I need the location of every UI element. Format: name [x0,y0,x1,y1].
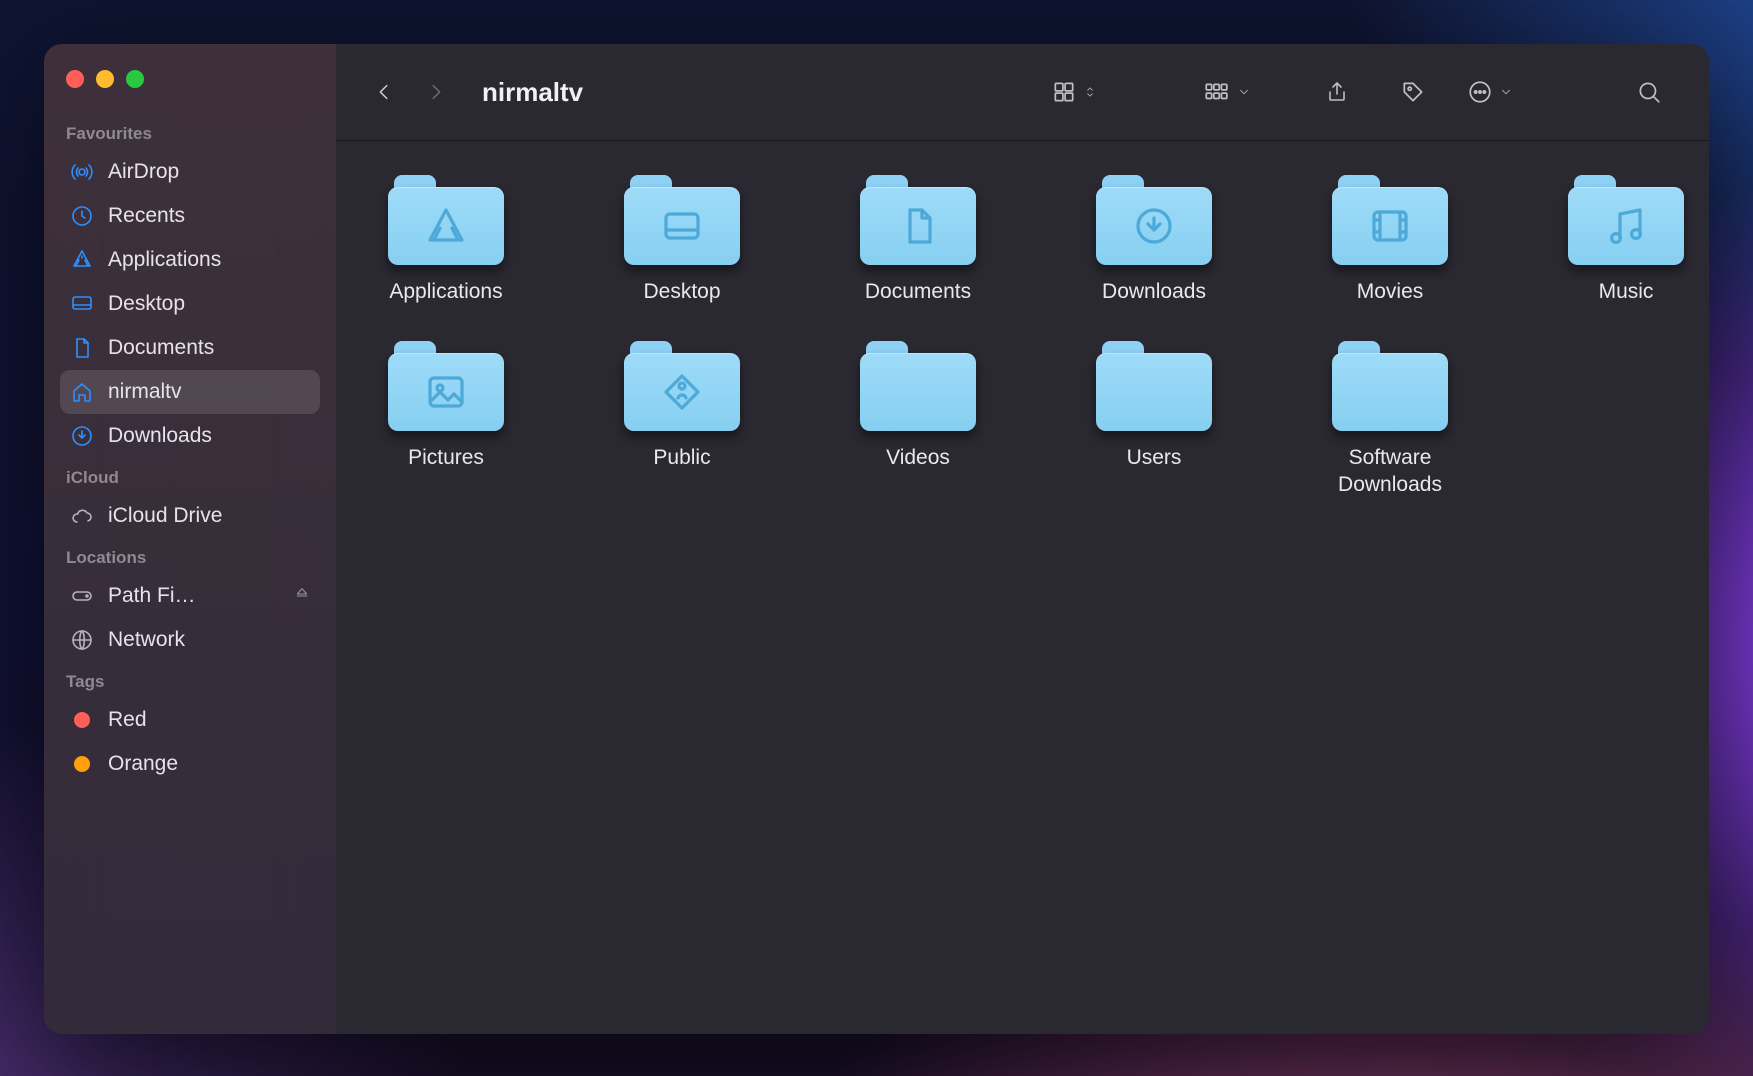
sidebar-item-airdrop[interactable]: AirDrop [60,150,320,194]
folder-item[interactable]: Applications [378,175,514,305]
tag-dot-icon [70,708,94,732]
finder-window: Favourites AirDrop Recents Applications … [44,44,1709,1034]
tag-dot-icon [70,752,94,776]
toolbar: nirmaltv [336,44,1709,141]
sidebar-item-label: Recents [108,204,185,228]
sidebar-section-title: iCloud [60,458,320,494]
window-title: nirmaltv [482,77,583,108]
sidebar-item-downloads[interactable]: Downloads [60,414,320,458]
sidebar: Favourites AirDrop Recents Applications … [44,44,336,1034]
folder-icon [624,175,740,265]
folder-label: Applications [389,279,502,305]
sidebar-item-home[interactable]: nirmaltv [60,370,320,414]
back-button[interactable] [364,72,404,112]
home-icon [70,380,94,404]
folder-icon [388,341,504,431]
folder-item[interactable]: Downloads [1086,175,1222,305]
traffic-lights [60,68,320,114]
sidebar-item-tag-red[interactable]: Red [60,698,320,742]
folder-icon [388,175,504,265]
sidebar-item-tag-orange[interactable]: Orange [60,742,320,786]
folder-item[interactable]: Pictures [378,341,514,498]
airdrop-icon [70,160,94,184]
sidebar-item-applications[interactable]: Applications [60,238,320,282]
folder-label: Downloads [1102,279,1206,305]
folder-label: Desktop [643,279,720,305]
folder-item[interactable]: Movies [1322,175,1458,305]
folder-icon [1332,341,1448,431]
folder-label: Users [1127,445,1182,471]
group-by-button[interactable] [1191,72,1261,112]
disk-icon [70,584,94,608]
folder-label: Music [1599,279,1654,305]
folder-item[interactable]: Software Downloads [1322,341,1458,498]
close-button[interactable] [66,70,84,88]
sidebar-item-label: Path Fi… [108,584,196,608]
fullscreen-button[interactable] [126,70,144,88]
applications-icon [70,248,94,272]
folder-icon [1096,175,1212,265]
share-button[interactable] [1305,72,1369,112]
sidebar-item-desktop[interactable]: Desktop [60,282,320,326]
folder-item[interactable]: Documents [850,175,986,305]
folder-item[interactable]: Music [1558,175,1694,305]
folder-item[interactable]: Videos [850,341,986,498]
sidebar-item-label: Red [108,708,147,732]
sidebar-section-title: Favourites [60,114,320,150]
sidebar-item-recents[interactable]: Recents [60,194,320,238]
clock-icon [70,204,94,228]
folder-label: Documents [865,279,971,305]
sidebar-item-label: Orange [108,752,178,776]
sidebar-item-label: Network [108,628,185,652]
folder-label: Pictures [408,445,484,471]
sidebar-item-icloud-drive[interactable]: iCloud Drive [60,494,320,538]
more-actions-button[interactable] [1457,72,1523,112]
sidebar-item-label: Desktop [108,292,185,316]
sidebar-section-title: Locations [60,538,320,574]
search-button[interactable] [1617,72,1681,112]
document-icon [70,336,94,360]
minimize-button[interactable] [96,70,114,88]
sidebar-item-label: Applications [108,248,221,272]
sidebar-item-label: iCloud Drive [108,504,222,528]
network-icon [70,628,94,652]
folder-icon [624,341,740,431]
folder-label: Videos [886,445,950,471]
file-grid[interactable]: Applications Desktop Documents Downloads [336,141,1709,1034]
sidebar-item-label: Documents [108,336,214,360]
folder-icon [1332,175,1448,265]
download-icon [70,424,94,448]
folder-icon [860,341,976,431]
folder-icon [860,175,976,265]
desktop-icon [70,292,94,316]
cloud-icon [70,504,94,528]
view-mode-button[interactable] [1041,72,1107,112]
sidebar-item-label: nirmaltv [108,380,182,404]
eject-icon[interactable] [294,584,310,608]
folder-icon [1096,341,1212,431]
folder-icon [1568,175,1684,265]
sidebar-item-external-disk[interactable]: Path Fi… [60,574,320,618]
sidebar-section-title: Tags [60,662,320,698]
sidebar-item-label: AirDrop [108,160,179,184]
content-area: nirmaltv [336,44,1709,1034]
sidebar-item-label: Downloads [108,424,212,448]
folder-item[interactable]: Public [614,341,750,498]
folder-label: Public [653,445,710,471]
tags-button[interactable] [1381,72,1445,112]
sidebar-item-network[interactable]: Network [60,618,320,662]
sidebar-item-documents[interactable]: Documents [60,326,320,370]
folder-label: Software Downloads [1322,445,1458,498]
folder-label: Movies [1357,279,1424,305]
forward-button[interactable] [416,72,456,112]
folder-item[interactable]: Desktop [614,175,750,305]
folder-item[interactable]: Users [1086,341,1222,498]
